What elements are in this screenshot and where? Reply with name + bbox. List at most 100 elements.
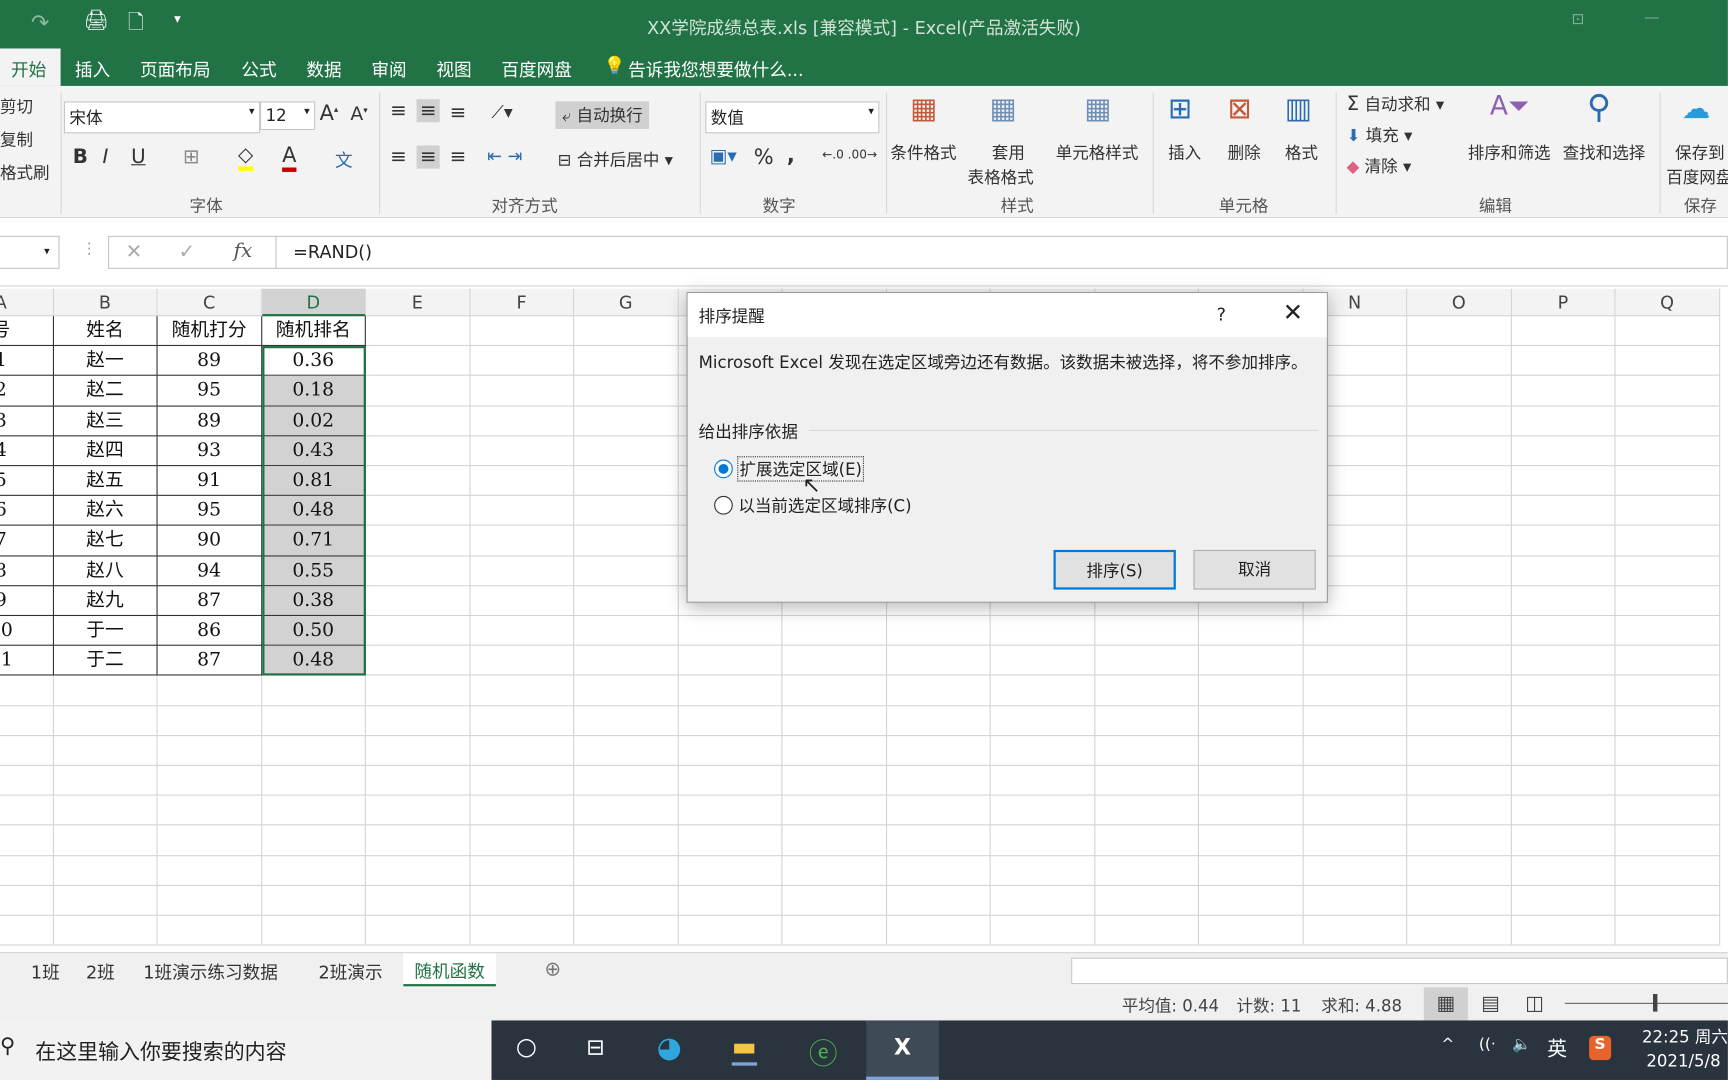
empty-cell[interactable] xyxy=(1407,645,1512,676)
cell[interactable]: 0.71 xyxy=(261,526,366,557)
empty-cell[interactable] xyxy=(1615,346,1720,377)
empty-cell[interactable] xyxy=(1198,855,1304,886)
empty-cell[interactable] xyxy=(1198,645,1304,676)
empty-cell[interactable] xyxy=(470,496,575,527)
empty-cell[interactable] xyxy=(1303,705,1408,736)
cell[interactable]: 0.02 xyxy=(261,406,366,437)
empty-cell[interactable] xyxy=(365,765,471,796)
cell[interactable]: 95 xyxy=(157,376,262,407)
empty-cell[interactable] xyxy=(1615,855,1720,886)
file-explorer-icon[interactable]: ▬ xyxy=(731,1031,757,1066)
empty-cell[interactable] xyxy=(782,885,887,916)
empty-cell[interactable] xyxy=(365,556,471,587)
empty-cell[interactable] xyxy=(53,855,158,886)
empty-cell[interactable] xyxy=(470,526,575,557)
close-icon[interactable]: ✕ xyxy=(1283,300,1303,328)
empty-cell[interactable] xyxy=(1615,675,1720,706)
empty-cell[interactable] xyxy=(0,765,54,796)
empty-cell[interactable] xyxy=(1303,616,1408,646)
cell[interactable]: 93 xyxy=(157,436,262,467)
empty-cell[interactable] xyxy=(470,705,575,736)
cell[interactable]: 91 xyxy=(157,466,262,497)
empty-cell[interactable] xyxy=(470,675,575,706)
empty-cell[interactable] xyxy=(1615,825,1720,856)
empty-cell[interactable] xyxy=(365,436,471,467)
empty-cell[interactable] xyxy=(365,885,471,916)
header-cell[interactable]: 号 xyxy=(0,316,54,347)
empty-cell[interactable] xyxy=(1407,616,1512,646)
empty-cell[interactable] xyxy=(1511,795,1616,826)
cell[interactable]: 86 xyxy=(157,616,262,646)
empty-cell[interactable] xyxy=(1407,346,1512,377)
empty-cell[interactable] xyxy=(1615,466,1720,497)
empty-cell[interactable] xyxy=(1303,675,1408,706)
empty-cell[interactable] xyxy=(782,825,887,856)
page-layout-view-icon[interactable]: ▤ xyxy=(1481,992,1500,1015)
empty-cell[interactable] xyxy=(782,675,887,706)
empty-cell[interactable] xyxy=(574,496,679,527)
empty-cell[interactable] xyxy=(1198,616,1304,646)
cell[interactable]: 赵九 xyxy=(53,586,158,617)
empty-cell[interactable] xyxy=(782,645,887,676)
empty-cell[interactable] xyxy=(782,795,887,826)
cell[interactable]: 0.48 xyxy=(261,645,366,676)
empty-cell[interactable] xyxy=(574,675,679,706)
empty-cell[interactable] xyxy=(365,825,471,856)
empty-cell[interactable] xyxy=(886,915,991,946)
current-selection-label[interactable]: 以当前选定区域排序(C) xyxy=(738,494,911,517)
empty-cell[interactable] xyxy=(1303,855,1408,886)
cell[interactable]: 7 xyxy=(0,526,54,557)
empty-cell[interactable] xyxy=(365,645,471,676)
empty-cell[interactable] xyxy=(365,466,471,497)
header-cell[interactable]: 随机排名 xyxy=(261,316,366,347)
empty-cell[interactable] xyxy=(574,436,679,467)
empty-cell[interactable] xyxy=(261,855,366,886)
empty-cell[interactable] xyxy=(990,795,1095,826)
empty-cell[interactable] xyxy=(365,586,471,617)
help-button[interactable]: ? xyxy=(1217,304,1226,325)
empty-cell[interactable] xyxy=(470,556,575,587)
header-cell[interactable]: 随机打分 xyxy=(157,316,262,347)
horizontal-scrollbar[interactable] xyxy=(1071,957,1728,985)
cell[interactable]: 赵五 xyxy=(53,466,158,497)
empty-cell[interactable] xyxy=(1615,526,1720,557)
empty-cell[interactable] xyxy=(157,705,262,736)
empty-cell[interactable] xyxy=(53,675,158,706)
cell[interactable]: 赵七 xyxy=(53,526,158,557)
cell[interactable]: 赵二 xyxy=(53,376,158,407)
taskbar-search[interactable]: ⚲ 在这里输入你要搜索的内容 xyxy=(0,1020,492,1080)
empty-cell[interactable] xyxy=(1303,795,1408,826)
empty-cell[interactable] xyxy=(574,316,679,347)
empty-cell[interactable] xyxy=(470,765,575,796)
column-header-P[interactable]: P xyxy=(1511,288,1616,317)
header-cell[interactable]: 姓名 xyxy=(53,316,158,347)
cell[interactable]: 95 xyxy=(157,496,262,527)
empty-cell[interactable] xyxy=(678,855,783,886)
empty-cell[interactable] xyxy=(1407,885,1512,916)
empty-cell[interactable] xyxy=(574,915,679,946)
cell[interactable]: 赵四 xyxy=(53,436,158,467)
cell[interactable]: 94 xyxy=(157,556,262,587)
empty-cell[interactable] xyxy=(1511,496,1616,527)
empty-cell[interactable] xyxy=(1407,526,1512,557)
empty-cell[interactable] xyxy=(261,885,366,916)
empty-cell[interactable] xyxy=(1198,675,1304,706)
cell[interactable]: 89 xyxy=(157,346,262,377)
cell[interactable]: 10 xyxy=(0,616,54,646)
empty-cell[interactable] xyxy=(1198,825,1304,856)
sheet-tab-4[interactable]: 2班演示 xyxy=(318,958,382,984)
empty-cell[interactable] xyxy=(1094,855,1199,886)
cell[interactable]: 3 xyxy=(0,406,54,437)
empty-cell[interactable] xyxy=(1407,735,1512,766)
empty-cell[interactable] xyxy=(1615,645,1720,676)
empty-cell[interactable] xyxy=(1407,376,1512,407)
empty-cell[interactable] xyxy=(1407,705,1512,736)
empty-cell[interactable] xyxy=(470,885,575,916)
ie-browser-icon[interactable]: ⓔ xyxy=(809,1031,838,1072)
empty-cell[interactable] xyxy=(1511,586,1616,617)
empty-cell[interactable] xyxy=(1615,915,1720,946)
empty-cell[interactable] xyxy=(1094,616,1199,646)
empty-cell[interactable] xyxy=(1615,406,1720,437)
empty-cell[interactable] xyxy=(470,436,575,467)
empty-cell[interactable] xyxy=(365,616,471,646)
